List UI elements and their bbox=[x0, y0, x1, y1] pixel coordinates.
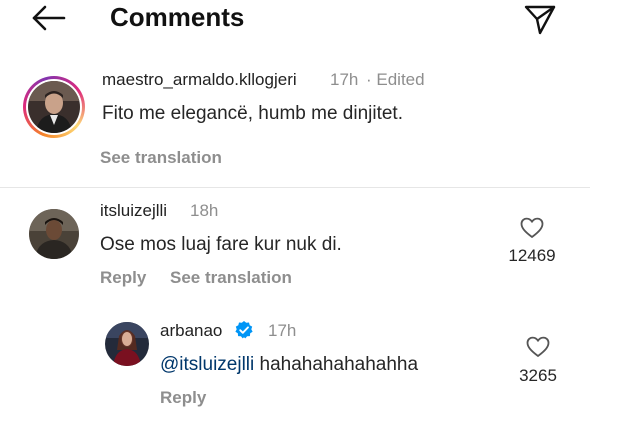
comment-time: 17h bbox=[268, 321, 297, 340]
heart-icon[interactable] bbox=[526, 336, 550, 358]
reply-button[interactable]: Reply bbox=[100, 268, 146, 288]
story-ring[interactable] bbox=[23, 76, 85, 138]
edited-label: · Edited bbox=[366, 70, 425, 89]
comment-username[interactable]: arbanao bbox=[160, 321, 222, 341]
see-translation-link[interactable]: See translation bbox=[170, 268, 292, 288]
like-count: 12469 bbox=[508, 246, 556, 265]
verified-badge-icon bbox=[235, 321, 253, 339]
mention-link[interactable]: @itsluizejlli bbox=[160, 354, 254, 375]
comment-time: 18h bbox=[190, 201, 219, 220]
avatar[interactable] bbox=[105, 322, 149, 366]
page-title: Comments bbox=[110, 2, 245, 32]
comment-username[interactable]: maestro_armaldo.kllogjeri bbox=[102, 70, 297, 90]
reply-button[interactable]: Reply bbox=[160, 388, 206, 408]
comment-time: 17h bbox=[330, 70, 359, 89]
comment-text: @itsluizejlli hahahahahahahha bbox=[160, 354, 418, 376]
heart-icon[interactable] bbox=[520, 217, 544, 239]
divider bbox=[0, 187, 590, 188]
like-count: 3265 bbox=[519, 366, 557, 385]
arrow-left-icon[interactable] bbox=[28, 3, 68, 33]
comment-username[interactable]: itsluizejlli bbox=[100, 201, 167, 221]
comment-text: Ose mos luaj fare kur nuk di. bbox=[100, 234, 342, 255]
see-translation-link[interactable]: See translation bbox=[100, 148, 222, 168]
reply-text: hahahahahahahha bbox=[254, 354, 419, 375]
avatar[interactable] bbox=[28, 81, 80, 133]
comment-text: Fito me elegancë, humb me dinjitet. bbox=[102, 103, 403, 124]
paper-plane-icon[interactable] bbox=[522, 3, 558, 35]
avatar[interactable] bbox=[29, 209, 79, 259]
header-bar: Comments bbox=[0, 0, 640, 40]
